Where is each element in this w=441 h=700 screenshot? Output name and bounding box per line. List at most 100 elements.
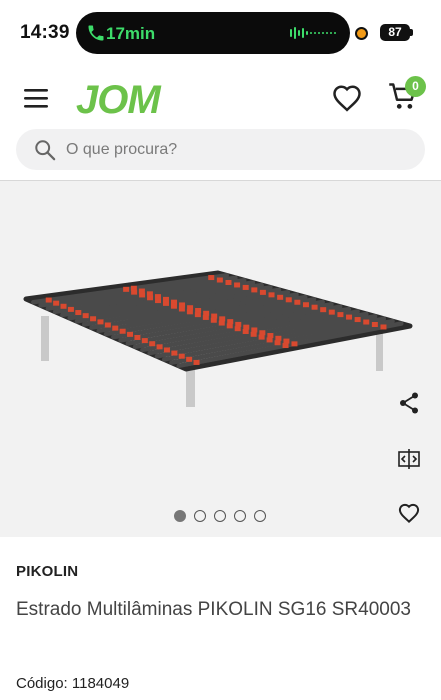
slat-holder — [354, 317, 361, 323]
slat-holder — [147, 295, 154, 301]
slat-holder — [186, 309, 193, 315]
jom-logo[interactable]: JOM — [76, 78, 161, 123]
slat-holder — [291, 341, 298, 347]
share-icon[interactable] — [398, 391, 420, 415]
slat-holder — [156, 344, 163, 350]
slat-holder — [141, 338, 148, 344]
slat-holder — [275, 335, 282, 341]
carousel-dot[interactable] — [234, 510, 246, 522]
carousel-dot[interactable] — [194, 510, 206, 522]
dynamic-island-call[interactable]: 17min — [76, 12, 350, 54]
slat-holder — [67, 306, 74, 312]
slat-holder — [162, 300, 169, 306]
slat-holder — [259, 289, 266, 295]
phone-icon — [88, 25, 104, 41]
slat-holder — [193, 359, 200, 365]
menu-icon[interactable] — [24, 88, 52, 110]
slat-holder — [268, 292, 275, 298]
slat-holder — [60, 303, 67, 309]
product-code: Código: 1184049 — [16, 675, 129, 692]
slat-holder — [294, 299, 301, 305]
slat-holder — [178, 306, 185, 312]
slat-holder — [266, 337, 273, 343]
slat-holder — [45, 297, 52, 303]
product-code-label: Código: — [16, 675, 68, 692]
slat-holder — [311, 304, 318, 310]
slat-holder — [75, 310, 82, 316]
slat-holder — [127, 331, 134, 337]
carousel-dot[interactable] — [174, 510, 186, 522]
slat-holder — [320, 307, 327, 313]
waveform-icon — [290, 27, 336, 39]
product-image-bed-base[interactable] — [18, 261, 416, 431]
slat-holder — [277, 294, 284, 300]
slat-holder — [363, 319, 370, 325]
status-time: 14:39 — [20, 22, 70, 43]
slat-holder — [274, 340, 281, 346]
slat-holder — [171, 350, 178, 356]
carousel-indicators — [174, 510, 266, 524]
slat-holder — [259, 330, 266, 336]
slat-holder — [234, 326, 241, 332]
slat-holder — [82, 313, 89, 319]
carousel-dot[interactable] — [254, 510, 266, 522]
slat-holder — [267, 333, 274, 339]
recording-dot-icon — [355, 27, 368, 40]
slat-holder — [243, 324, 250, 330]
heart-icon[interactable] — [332, 84, 362, 112]
slat-holder — [194, 312, 201, 318]
product-title: Estrado Multilâminas PIKOLIN SG16 SR4000… — [16, 599, 411, 620]
cart-count-badge: 0 — [405, 76, 426, 97]
slat-holder — [337, 312, 344, 318]
slat-holder — [155, 298, 162, 304]
slat-holder — [258, 334, 265, 340]
slat-holder — [282, 343, 289, 349]
call-duration: 17min — [106, 24, 156, 43]
slat-holder — [149, 341, 156, 347]
battery-nub — [410, 29, 413, 36]
slat-holder — [328, 309, 335, 315]
slat-holder — [218, 320, 225, 326]
slat-holder — [225, 279, 232, 285]
slat-holder — [226, 323, 233, 329]
slat-holder — [104, 322, 111, 328]
slat-holder — [170, 303, 177, 309]
slat-holder — [186, 356, 193, 362]
product-gallery[interactable] — [0, 181, 441, 537]
slat-holder — [134, 334, 141, 340]
slat-holder — [283, 338, 290, 344]
slat-holder — [123, 286, 130, 292]
slat-holder — [119, 328, 126, 334]
slat-holder — [250, 331, 257, 337]
slat-holder — [210, 317, 217, 323]
slat-holder — [112, 325, 119, 331]
carousel-dot[interactable] — [214, 510, 226, 522]
slat-holder — [302, 302, 309, 308]
status-bar: 14:39 17min 87 — [0, 0, 441, 62]
slat-holder — [380, 324, 387, 330]
slat-holder — [90, 316, 97, 322]
search-input[interactable] — [66, 129, 406, 170]
slat-holder — [371, 321, 378, 327]
heart-icon[interactable] — [398, 503, 420, 523]
slat-holder — [251, 287, 258, 293]
product-brand[interactable]: PIKOLIN — [16, 563, 78, 580]
slat-holder — [285, 297, 292, 303]
compare-icon[interactable] — [398, 449, 420, 469]
slat-holder — [235, 321, 242, 327]
slat-holder — [208, 275, 215, 281]
slat-holder — [131, 289, 138, 295]
search-bar[interactable] — [16, 129, 425, 170]
search-icon — [35, 140, 56, 161]
slat-holder — [163, 347, 170, 353]
slat-holder — [242, 284, 249, 290]
slat-holder — [251, 327, 258, 333]
product-code-value: 1184049 — [71, 675, 130, 692]
site-header: JOM 0 — [0, 62, 441, 134]
slat-holder — [234, 282, 241, 288]
slat-holder — [178, 353, 185, 359]
slat-holder — [346, 314, 353, 320]
slat-holder — [216, 277, 223, 283]
slat-holder — [53, 300, 60, 306]
slat-holder — [227, 319, 234, 325]
